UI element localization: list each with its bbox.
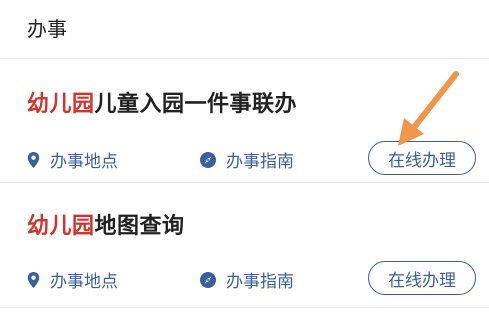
guide-label: 办事指南 — [226, 272, 294, 292]
compass-icon — [200, 271, 216, 288]
guide-link[interactable]: 办事指南 — [200, 267, 294, 292]
location-label: 办事地点 — [50, 152, 118, 172]
header: 办事 — [0, 0, 489, 52]
compass-icon — [200, 151, 216, 168]
location-link[interactable]: 办事地点 — [27, 147, 118, 172]
location-label: 办事地点 — [50, 272, 118, 292]
page-title: 办事 — [27, 17, 67, 41]
service-title-highlight: 幼儿园 — [27, 92, 95, 117]
divider — [0, 182, 489, 183]
service-card[interactable]: 幼儿园地图查询 办事地点 办事指南 在线办理 — [0, 184, 489, 308]
location-link[interactable]: 办事地点 — [27, 267, 118, 292]
location-pin-icon — [27, 271, 40, 288]
guide-label: 办事指南 — [226, 152, 294, 172]
divider — [0, 307, 489, 308]
service-actions: 办事地点 办事指南 在线办理 — [0, 261, 489, 301]
guide-link[interactable]: 办事指南 — [200, 147, 294, 172]
annotation-arrow-icon — [398, 71, 459, 146]
service-title-rest: 儿童入园一件事联办 — [94, 92, 298, 117]
online-apply-button[interactable]: 在线办理 — [368, 261, 476, 295]
service-title-rest: 地图查询 — [94, 214, 185, 239]
service-title[interactable]: 幼儿园地图查询 — [27, 208, 185, 240]
location-pin-icon — [27, 151, 40, 168]
service-title-highlight: 幼儿园 — [27, 214, 95, 239]
service-title[interactable]: 幼儿园儿童入园一件事联办 — [27, 86, 297, 118]
